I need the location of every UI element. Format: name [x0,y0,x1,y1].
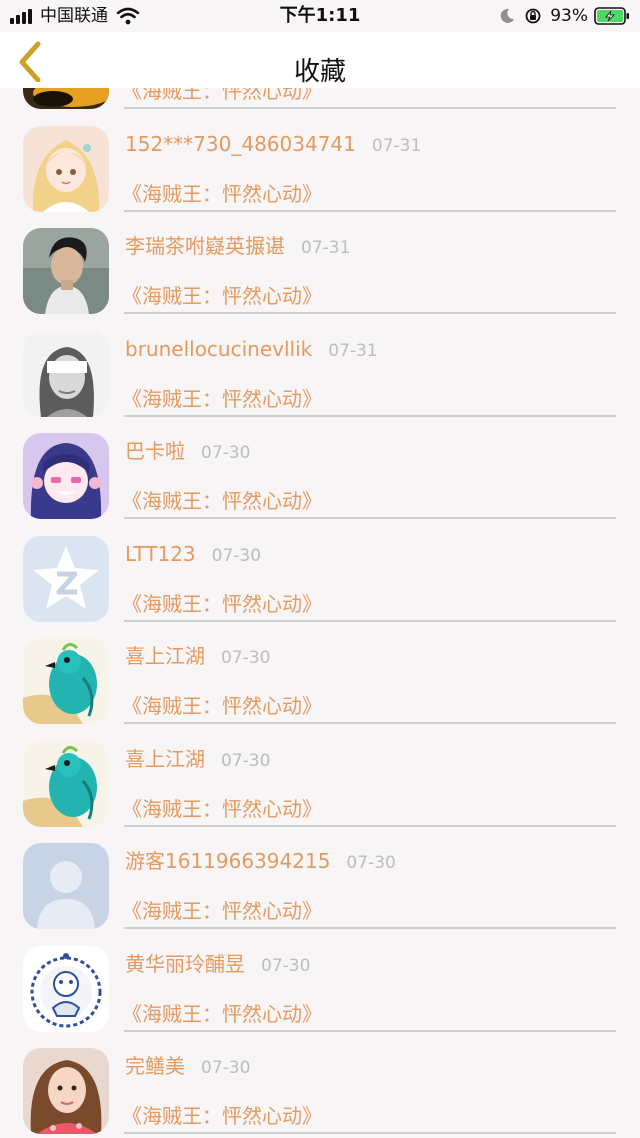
page-title: 收藏 [293,57,346,87]
avatar [23,638,109,724]
avatar [23,433,109,519]
item-title: 《海贼王：怦然心动》 [122,796,322,821]
item-name: 喜上江湖 07-30 [125,644,271,668]
list-item[interactable]: 游客1611966394215 07-30 《海贼王：怦然心动》 [0,840,640,943]
list-item[interactable]: brunellocucinevllik 07-31 《海贼王：怦然心动》 [0,328,640,431]
item-name: brunellocucinevllik 07-31 [125,336,378,361]
item-name: 喜上江湖 07-30 [125,746,271,771]
nav-bar: 收藏 [0,32,640,88]
item-title: 《海贼王：怦然心动》 [122,386,322,411]
divider [124,209,616,212]
item-name: 巴卡啦 07-30 [125,439,251,463]
item-date: 07-30 [201,1058,251,1078]
list-item[interactable]: 喜上江湖 07-30 《海贼王：怦然心动》 [0,635,640,738]
avatar [23,125,109,212]
item-title: 《海贼王：怦然心动》 [122,284,322,308]
favorites-list-viewport[interactable]: 《海贼王：怦然心动》 152***730_486034741 07-31 《海贼… [0,0,640,1138]
item-title: 《海贼王：怦然心动》 [122,489,322,513]
battery-percent: 93% [550,6,588,26]
item-title: 《海贼王：怦然心动》 [122,1001,322,1026]
item-title: 《海贼王：怦然心动》 [122,1104,322,1128]
moon-icon [498,7,516,25]
divider [124,312,616,314]
list-item[interactable]: 152***730_486034741 07-31 《海贼王：怦然心动》 [0,123,640,226]
divider [124,414,616,417]
avatar [23,228,109,314]
item-name: LTT123 07-30 [125,541,262,566]
status-right: 93% [498,6,630,26]
item-date: 07-30 [346,853,396,873]
avatar [23,740,109,827]
divider [124,927,616,929]
item-name: 黄华丽玲酺昱 07-30 [125,951,311,976]
divider [124,722,616,724]
list-item[interactable]: 喜上江湖 07-30 《海贼王：怦然心动》 [0,738,640,841]
divider [124,1132,616,1134]
item-date: 07-30 [221,750,271,771]
list-item[interactable]: 完鳝美 07-30 《海贼王：怦然心动》 [0,1045,640,1138]
item-title: 《海贼王：怦然心动》 [122,591,322,616]
avatar [23,535,109,622]
item-name: 152***730_486034741 07-31 [125,131,422,156]
item-title: 《海贼王：怦然心动》 [122,181,322,206]
avatar [23,330,109,417]
divider [124,517,616,519]
list-item[interactable]: LTT123 07-30 《海贼王：怦然心动》 [0,533,640,636]
divider [124,107,616,109]
item-name: 李瑞茶咐嶷英搌谌 07-31 [125,234,351,258]
list-item[interactable]: 黄华丽玲酺昱 07-30 《海贼王：怦然心动》 [0,943,640,1046]
battery-charging-icon [594,7,630,25]
status-bar: 中国联通 下午1:11 93% [0,0,640,32]
avatar [23,843,109,929]
item-date: 07-30 [221,648,271,668]
item-title: 《海贼王：怦然心动》 [122,694,322,718]
item-date: 07-30 [261,955,311,976]
avatar [23,945,109,1032]
list-item[interactable]: 巴卡啦 07-30 《海贼王：怦然心动》 [0,430,640,533]
item-date: 07-31 [371,135,422,156]
rotation-lock-icon [524,7,542,25]
divider [124,619,616,622]
divider [124,824,616,827]
item-title: 《海贼王：怦然心动》 [122,899,322,923]
divider [124,1029,616,1032]
item-date: 07-31 [301,238,351,258]
avatar [23,1048,109,1134]
list-item[interactable]: 李瑞茶咐嶷英搌谌 07-31 《海贼王：怦然心动》 [0,225,640,328]
item-date: 07-30 [201,443,251,463]
favorites-list: 《海贼王：怦然心动》 152***730_486034741 07-31 《海贼… [0,20,640,1138]
item-date: 07-30 [211,545,262,566]
item-name: 完鳝美 07-30 [125,1054,251,1078]
item-date: 07-31 [328,340,378,361]
item-name: 游客1611966394215 07-30 [125,849,396,873]
